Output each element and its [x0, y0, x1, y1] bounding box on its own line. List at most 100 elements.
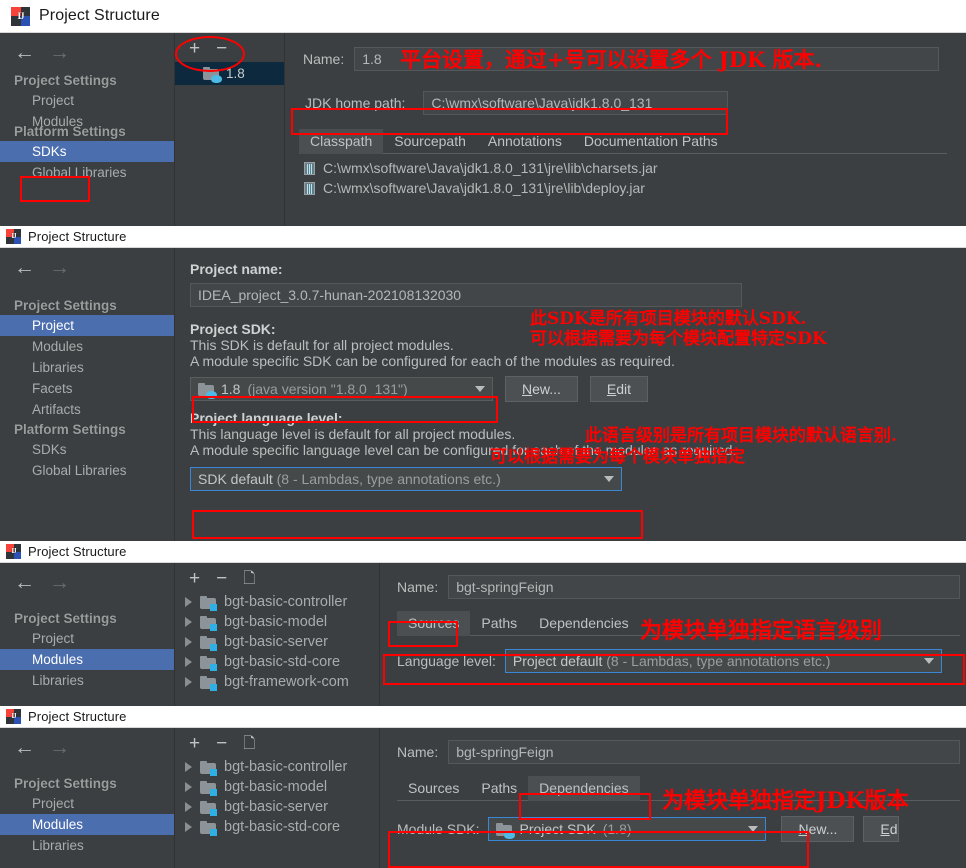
sidebar-item-project[interactable]: Project — [0, 793, 174, 814]
sdk-list-item[interactable]: 1.8 — [175, 62, 284, 85]
expand-triangle-icon[interactable] — [185, 637, 192, 647]
edit-module-sdk-button[interactable]: Ed — [863, 816, 899, 842]
project-language-level-value: SDK default — [198, 471, 273, 487]
sidebar-item-global-libraries[interactable]: Global Libraries — [0, 460, 174, 481]
module-name-label: Name: — [397, 579, 439, 595]
tab-dependencies[interactable]: Dependencies — [528, 776, 640, 801]
window-titlebar-4: IJ Project Structure — [0, 706, 966, 728]
module-tree-item[interactable]: bgt-basic-model — [175, 612, 379, 632]
nav-group-platform-settings: Platform Settings — [14, 124, 126, 139]
sidebar-item-modules[interactable]: Modules — [0, 336, 174, 357]
tab-annotations[interactable]: Annotations — [476, 129, 573, 154]
sidebar-item-project[interactable]: Project — [0, 628, 174, 649]
module-folder-icon — [200, 800, 217, 816]
tab-documentation-paths[interactable]: Documentation Paths — [572, 129, 729, 154]
remove-sdk-button[interactable]: − — [216, 39, 227, 58]
sidebar-item-artifacts[interactable]: Artifacts — [0, 399, 174, 420]
remove-module-button[interactable]: − — [216, 569, 227, 588]
copy-icon[interactable]: 🗋 — [243, 571, 255, 586]
window-title: Project Structure — [28, 544, 127, 559]
copy-icon[interactable]: 🗋 — [243, 736, 255, 751]
sdk-toolbar: + − — [175, 33, 284, 62]
expand-triangle-icon[interactable] — [185, 657, 192, 667]
tab-dependencies[interactable]: Dependencies — [528, 611, 640, 636]
window-title: Project Structure — [28, 229, 127, 244]
project-language-level-select[interactable]: SDK default (8 - Lambdas, type annotatio… — [190, 467, 622, 491]
sidebar-item-facets[interactable]: Facets — [0, 378, 174, 399]
module-tree-item[interactable]: bgt-framework-com — [175, 672, 379, 692]
sidebar-item-libraries[interactable]: Libraries — [0, 357, 174, 378]
project-sdk-select[interactable]: 1.8 (java version "1.8.0_131") — [190, 377, 493, 401]
sidebar-item-global-libraries[interactable]: Global Libraries — [0, 162, 174, 183]
module-sdk-label: Module SDK: — [397, 821, 480, 837]
add-module-button[interactable]: + — [189, 569, 200, 588]
edit-sdk-button[interactable]: Edit — [589, 376, 649, 402]
module-sdk-select[interactable]: Project SDK (1.8) — [488, 817, 767, 841]
arrow-left-icon[interactable]: ← — [14, 257, 35, 278]
tab-classpath[interactable]: Classpath — [299, 129, 384, 154]
tab-sourcepath[interactable]: Sourcepath — [383, 129, 477, 154]
expand-triangle-icon[interactable] — [185, 597, 192, 607]
remove-module-button[interactable]: − — [216, 734, 227, 753]
chevron-down-icon[interactable] — [604, 476, 614, 482]
sdk-list-item-label: 1.8 — [226, 66, 245, 81]
module-folder-icon — [200, 655, 217, 671]
sidebar-item-modules[interactable]: Modules — [0, 814, 174, 835]
arrow-right-icon[interactable]: → — [49, 42, 70, 63]
chevron-down-icon[interactable] — [475, 386, 485, 392]
chevron-down-icon[interactable] — [748, 826, 759, 832]
arrow-right-icon[interactable]: → — [49, 737, 70, 758]
module-tree-item[interactable]: bgt-basic-std-core — [175, 817, 379, 837]
new-module-sdk-button[interactable]: New... — [781, 816, 855, 842]
jdk-home-path-input[interactable]: C:\wmx\software\Java\jdk1.8.0_131 — [423, 91, 729, 115]
annotation-text-lang-line2: 可以根据需要为每个模块单独指定 — [490, 447, 745, 467]
module-name-input[interactable]: bgt-springFeign — [448, 740, 961, 764]
expand-triangle-icon[interactable] — [185, 677, 192, 687]
tab-sources[interactable]: Sources — [397, 611, 471, 636]
project-sdk-desc-2: A module specific SDK can be configured … — [190, 353, 675, 369]
sidebar-item-sdks[interactable]: SDKs — [0, 439, 174, 460]
module-tree-item[interactable]: bgt-basic-server — [175, 797, 379, 817]
classpath-entry[interactable]: C:\wmx\software\Java\jdk1.8.0_131\jre\li… — [299, 158, 966, 178]
add-module-button[interactable]: + — [189, 734, 200, 753]
intellij-idea-logo-icon: IJ — [6, 229, 21, 244]
classpath-entry[interactable]: C:\wmx\software\Java\jdk1.8.0_131\jre\li… — [299, 178, 966, 198]
module-name: bgt-framework-com — [224, 674, 349, 690]
tab-paths[interactable]: Paths — [470, 611, 529, 636]
intellij-idea-logo-icon: IJ — [6, 709, 21, 724]
module-name: bgt-basic-std-core — [224, 819, 341, 835]
expand-triangle-icon[interactable] — [185, 762, 192, 772]
module-toolbar-3: + − 🗋 — [175, 563, 379, 592]
module-folder-icon — [200, 635, 217, 651]
chevron-down-icon[interactable] — [923, 658, 934, 664]
module-tree-item[interactable]: bgt-basic-controller — [175, 757, 379, 777]
arrow-left-icon[interactable]: ← — [14, 737, 35, 758]
sidebar-item-libraries[interactable]: Libraries — [0, 835, 174, 856]
sidebar-item-libraries[interactable]: Libraries — [0, 670, 174, 691]
expand-triangle-icon[interactable] — [185, 782, 192, 792]
arrow-right-icon[interactable]: → — [49, 257, 70, 278]
module-tree-item[interactable]: bgt-basic-server — [175, 632, 379, 652]
sidebar-item-sdks[interactable]: SDKs — [0, 141, 174, 162]
module-tree-item[interactable]: bgt-basic-std-core — [175, 652, 379, 672]
new-sdk-button[interactable]: NNew...ew... — [505, 376, 578, 402]
module-tree-item[interactable]: bgt-basic-controller — [175, 592, 379, 612]
project-language-level-value-detail: (8 - Lambdas, type annotations etc.) — [276, 471, 501, 487]
expand-triangle-icon[interactable] — [185, 822, 192, 832]
module-tree-item[interactable]: bgt-basic-model — [175, 777, 379, 797]
sidebar-item-project[interactable]: Project — [0, 90, 174, 111]
arrow-left-icon[interactable]: ← — [14, 572, 35, 593]
sidebar-item-modules[interactable]: Modules — [0, 649, 174, 670]
expand-triangle-icon[interactable] — [185, 802, 192, 812]
annotation-text-module-language-level: 为模块单独指定语言级别 — [640, 618, 883, 644]
arrow-left-icon[interactable]: ← — [14, 42, 35, 63]
sidebar-item-project[interactable]: Project — [0, 315, 174, 336]
tab-paths[interactable]: Paths — [470, 776, 529, 801]
expand-triangle-icon[interactable] — [185, 617, 192, 627]
arrow-right-icon[interactable]: → — [49, 572, 70, 593]
module-name-input[interactable]: bgt-springFeign — [448, 575, 961, 599]
project-name-input[interactable]: IDEA_project_3.0.7-hunan-202108132030 — [190, 283, 742, 307]
module-language-level-select[interactable]: Project default (8 - Lambdas, type annot… — [504, 649, 942, 673]
add-sdk-button[interactable]: + — [189, 39, 200, 58]
tab-sources[interactable]: Sources — [397, 776, 471, 801]
